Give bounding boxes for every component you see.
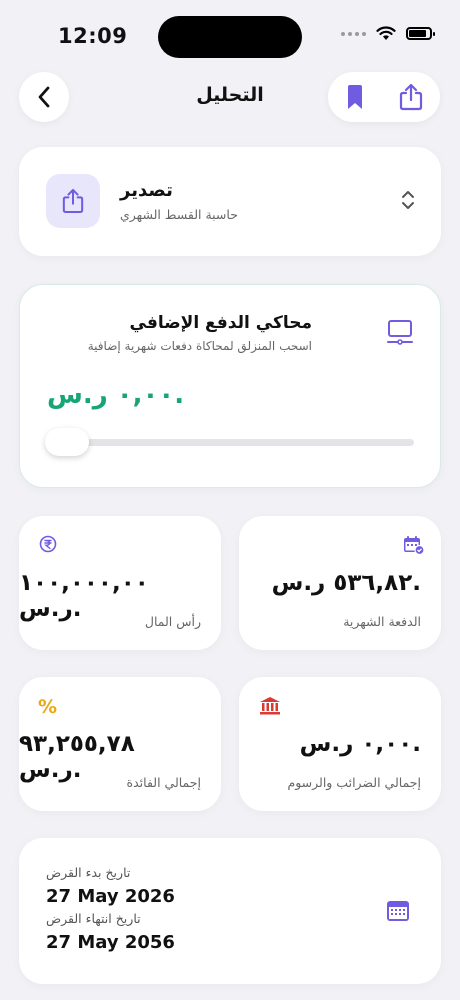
- stat-card-taxes-fees: ٠,٠٠ ر.س. إجمالي الضرائب والرسوم: [239, 677, 441, 811]
- stat-value: ٥٣٦,٨٢ ر.س.: [271, 570, 421, 596]
- stat-card-monthly-payment: ٥٣٦,٨٢ ر.س. الدفعة الشهرية: [239, 516, 441, 650]
- export-icon-box: [46, 174, 100, 228]
- rupee-icon: [39, 535, 57, 553]
- stat-card-total-interest: % ٩٣,٢٥٥,٧٨ ر.س. إجمالي الفائدة: [19, 677, 221, 811]
- stat-label: إجمالي الضرائب والرسوم: [287, 775, 421, 790]
- stat-label: إجمالي الفائدة: [126, 775, 201, 790]
- export-subtitle: حاسبة القسط الشهري: [120, 207, 238, 222]
- status-icons: [341, 26, 435, 41]
- simulator-title: محاكي الدفع الإضافي: [129, 313, 312, 333]
- end-date-value: 27 May 2056: [46, 932, 175, 953]
- share-icon[interactable]: [399, 83, 423, 111]
- export-title: تصدير: [120, 180, 173, 201]
- header-actions: [328, 72, 440, 122]
- bank-icon: [260, 697, 280, 715]
- stat-label: رأس المال: [144, 614, 201, 629]
- dynamic-island: [158, 16, 302, 58]
- stat-label: الدفعة الشهرية: [343, 614, 421, 629]
- wifi-icon: [376, 26, 396, 40]
- loan-dates-card: تاريخ بدء القرض 27 May 2026 تاريخ انتهاء…: [19, 838, 441, 984]
- status-time: 12:09: [58, 24, 128, 48]
- chevron-up-down-icon[interactable]: [401, 190, 415, 210]
- start-date-label: تاريخ بدء القرض: [46, 865, 131, 880]
- share-icon: [62, 188, 84, 214]
- signal-icon: [341, 31, 366, 36]
- export-card[interactable]: تصدير حاسبة القسط الشهري: [19, 147, 441, 256]
- calendar-icon: [387, 901, 409, 921]
- end-date-label: تاريخ انتهاء القرض: [46, 911, 141, 926]
- slider-track[interactable]: [47, 439, 414, 446]
- bookmark-icon[interactable]: [346, 84, 364, 110]
- simulator-subtitle: اسحب المنزلق لمحاكاة دفعات شهرية إضافية: [87, 339, 312, 353]
- start-date-value: 27 May 2026: [46, 886, 175, 907]
- percent-icon: %: [37, 696, 57, 718]
- calendar-check-icon: [404, 536, 425, 555]
- battery-icon: [406, 27, 435, 40]
- laptop-icon: [387, 320, 413, 345]
- extra-payment-simulator-card: محاكي الدفع الإضافي اسحب المنزلق لمحاكاة…: [19, 284, 441, 488]
- simulator-value: ٠,٠٠ ر.س.: [47, 380, 185, 410]
- stat-value: ٠,٠٠ ر.س.: [299, 731, 421, 757]
- slider-thumb[interactable]: [45, 428, 89, 456]
- stat-card-principal: ١٠٠,٠٠٠,٠٠ ر.س. رأس المال: [19, 516, 221, 650]
